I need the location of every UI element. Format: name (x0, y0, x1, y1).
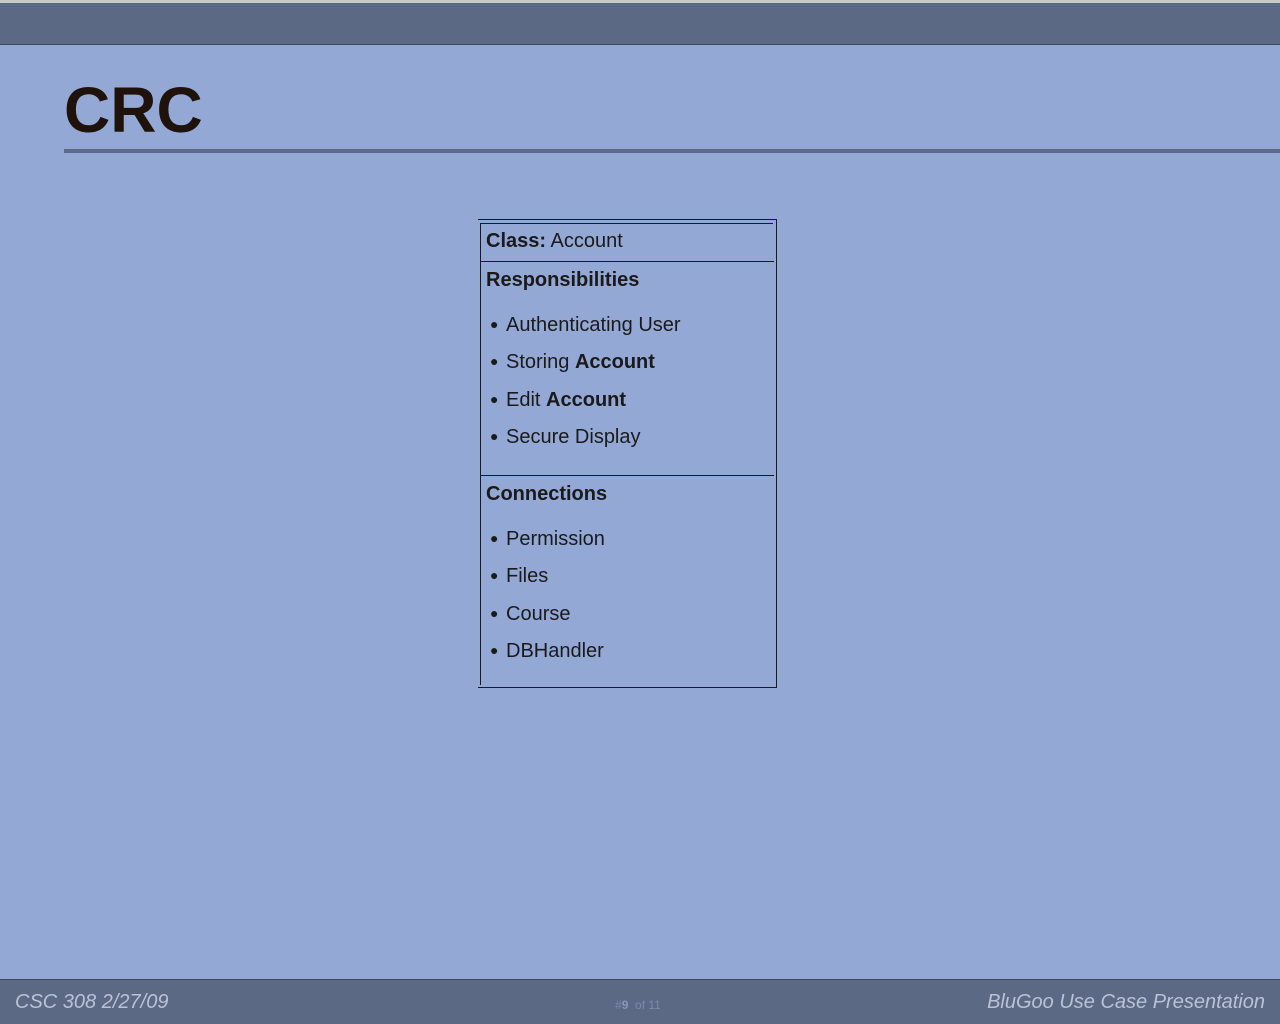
bullet-icon: ● (490, 353, 499, 370)
bullet-icon: ● (490, 390, 499, 407)
class-label: Class: (486, 230, 547, 252)
item-text: Storing (506, 351, 570, 374)
list-item: ● Edit Account (486, 387, 774, 424)
list-item: ● Storing Account (486, 349, 774, 386)
list-item: ● Authenticating User (486, 312, 774, 349)
list-item: ● Files (486, 563, 774, 600)
item-text: Files (506, 565, 549, 588)
slide-title: CRC (64, 74, 203, 146)
crc-card-body: Class: Account Responsibilities ● Authent… (480, 223, 774, 686)
item-text: Authenticating User (506, 314, 681, 336)
bullet-icon: ● (490, 567, 499, 584)
item-text: DBHandler (506, 639, 604, 662)
slide-total: of 11 (635, 998, 661, 1012)
list-item: ● Permission (486, 526, 774, 563)
item-text: Course (506, 602, 571, 625)
item-text: Permission (506, 528, 605, 550)
slide-counter-prefix: # (615, 998, 622, 1012)
footer-bar: CSC 308 2/27/09 #9 of 11 BluGoo Use Case… (0, 979, 1280, 1024)
responsibilities-list: ● Authenticating User ● Storing Account ● E… (486, 312, 774, 461)
bullet-icon: ● (490, 604, 499, 621)
header-bar (0, 3, 1280, 45)
slide-current-number: 9 (621, 998, 629, 1012)
responsibilities-header: Responsibilities (486, 269, 640, 291)
list-item: ● DBHandler (486, 638, 774, 675)
footer-course-date: CSC 308 2/27/09 (15, 991, 169, 1013)
responsibilities-section: Responsibilities ● Authenticating User ● S… (481, 262, 774, 476)
connections-header: Connections (486, 483, 608, 505)
item-bold-text: Account (546, 388, 627, 411)
slide-counter[interactable]: #9 of 11 (615, 998, 661, 1012)
bullet-icon: ● (490, 641, 499, 658)
title-underline (64, 149, 1280, 153)
item-bold-text: Account (574, 351, 655, 374)
crc-card: Class: Account Responsibilities ● Authent… (478, 219, 777, 688)
bullet-icon: ● (490, 316, 499, 332)
class-name: Account (550, 230, 623, 252)
class-row: Class: Account (481, 224, 774, 262)
connections-list: ● Permission ● Files ● Course ● DBHandler (486, 526, 774, 675)
item-text: Secure Display (506, 425, 641, 448)
footer-presentation-title: BluGoo Use Case Presentation (987, 991, 1265, 1013)
bullet-icon: ● (490, 530, 499, 546)
list-item: ● Secure Display (486, 424, 774, 461)
list-item: ● Course (486, 601, 774, 638)
connections-section: Connections ● Permission ● Files ● Course ●… (481, 476, 774, 686)
item-text: Edit (506, 388, 541, 411)
bullet-icon: ● (490, 427, 499, 444)
